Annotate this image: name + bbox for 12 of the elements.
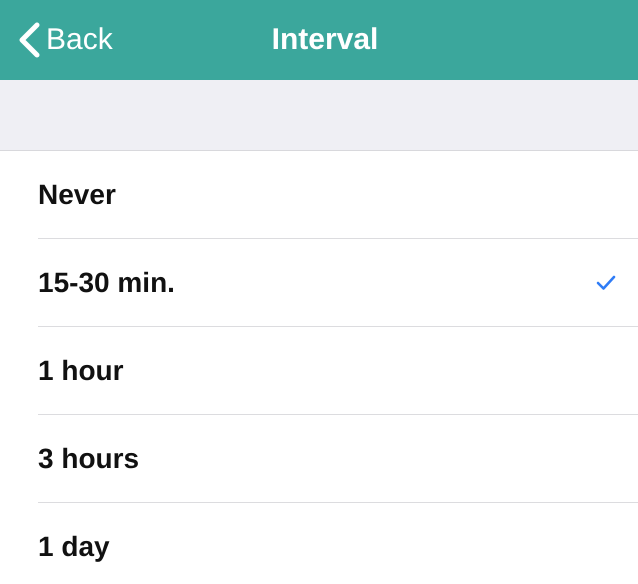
chevron-left-icon (18, 22, 40, 58)
option-label: 3 hours (38, 442, 140, 474)
option-label: 1 day (38, 530, 110, 562)
option-row[interactable]: 3 hours (38, 415, 638, 503)
option-label: 15-30 min. (38, 266, 175, 298)
option-row[interactable]: 1 hour (38, 327, 638, 415)
option-row[interactable]: 1 day (38, 503, 638, 584)
option-row[interactable]: 15-30 min. (38, 239, 638, 327)
option-label: Never (38, 178, 116, 210)
option-row[interactable]: Never (38, 151, 638, 239)
screen-title: Interval (272, 23, 378, 57)
option-label: 1 hour (38, 354, 124, 386)
